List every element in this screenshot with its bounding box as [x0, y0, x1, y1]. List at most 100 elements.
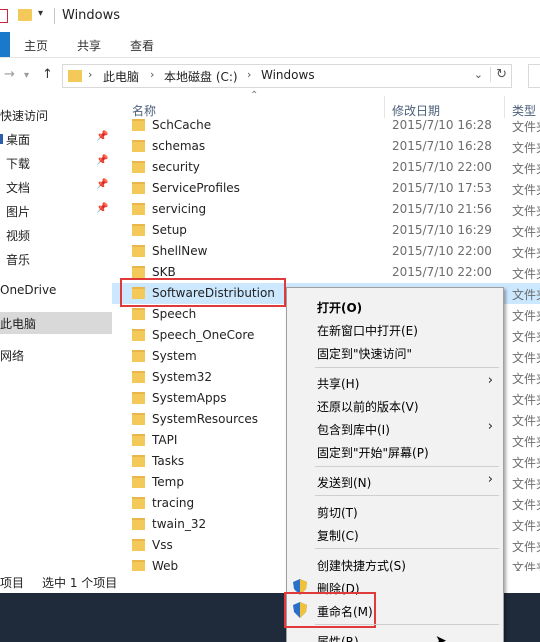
pin-icon: 📌: [96, 203, 109, 214]
menu-item-properties[interactable]: 属性(R): [287, 628, 503, 642]
file-type: 文件夹: [512, 309, 540, 323]
nav-item-label: 视频: [6, 229, 31, 243]
address-dropdown-chevron-icon[interactable]: ⌄: [474, 68, 483, 81]
menu-item-restore-previous[interactable]: 还原以前的版本(V): [287, 393, 503, 416]
menu-item-label: 创建快捷方式(S): [317, 559, 406, 573]
menu-item-label: 共享(H): [317, 377, 360, 391]
file-date: 2015/7/10 22:00: [392, 160, 492, 174]
nav-item-desktop[interactable]: 桌面 📌: [0, 128, 112, 150]
folder-icon: [132, 161, 145, 173]
menu-item-create-shortcut[interactable]: 创建快捷方式(S): [287, 552, 503, 575]
file-row[interactable]: schemas 2015/7/10 16:28 文件夹: [112, 136, 540, 157]
file-type: 文件夹: [512, 477, 540, 491]
file-name: Speech_OneCore: [152, 328, 255, 342]
address-row: → ▾ ↑ › 此电脑 › 本地磁盘 (C:) › Windows ⌄ ↻: [0, 58, 540, 94]
nav-item-videos[interactable]: 视频: [0, 224, 112, 246]
file-name: System32: [152, 370, 213, 384]
file-row[interactable]: Setup 2015/7/10 16:29 文件夹: [112, 220, 540, 241]
nav-item-downloads[interactable]: 下载 📌: [0, 152, 112, 174]
ribbon-tabs: 主页 共享 查看: [0, 32, 540, 58]
file-type: 文件夹: [512, 330, 540, 344]
folder-icon: [132, 350, 145, 362]
customize-toolbar-chevron-icon[interactable]: ▾: [38, 8, 43, 19]
file-row[interactable]: servicing 2015/7/10 21:56 文件夹: [112, 199, 540, 220]
nav-item-label: 网络: [0, 349, 25, 363]
nav-item-network[interactable]: 网络: [0, 344, 112, 366]
menu-item-share[interactable]: 共享(H) ›: [287, 370, 503, 393]
refresh-icon[interactable]: ↻: [490, 67, 507, 82]
menu-item-pin-quick-access[interactable]: 固定到"快速访问": [287, 340, 503, 363]
file-name: SKB: [152, 265, 176, 279]
submenu-chevron-icon: ›: [487, 373, 493, 388]
nav-item-pictures[interactable]: 图片 📌: [0, 200, 112, 222]
file-name: SchCache: [152, 118, 212, 132]
breadcrumb-windows[interactable]: Windows: [261, 68, 315, 82]
file-row[interactable]: SchCache 2015/7/10 16:28 文件夹: [112, 115, 540, 136]
nav-item-label: 图片: [6, 205, 31, 219]
breadcrumb-local-disk[interactable]: 本地磁盘 (C:): [164, 68, 238, 85]
menu-item-label: 发送到(N): [317, 476, 372, 490]
tab-home[interactable]: 主页: [24, 37, 48, 54]
address-bar[interactable]: › 此电脑 › 本地磁盘 (C:) › Windows ⌄ ↻: [62, 64, 512, 88]
menu-item-include-library[interactable]: 包含到库中(I) ›: [287, 416, 503, 439]
file-row[interactable]: ServiceProfiles 2015/7/10 17:53 文件夹: [112, 178, 540, 199]
menu-item-label: 复制(C): [317, 529, 359, 543]
file-type: 文件夹: [512, 540, 540, 554]
folder-icon: [132, 476, 145, 488]
breadcrumb-separator-icon[interactable]: ›: [247, 68, 251, 81]
file-name: TAPI: [152, 433, 178, 447]
file-type: 文件夹: [512, 267, 540, 281]
pin-icon: 📌: [96, 179, 109, 190]
menu-item-open[interactable]: 打开(O): [287, 294, 503, 317]
file-date: 2015/7/10 16:29: [392, 223, 492, 237]
folder-icon: [132, 224, 145, 236]
navigation-pane: 快速访问 桌面 📌 下载 📌 文档 📌 图片 📌 视频 音乐 OneDrive …: [0, 94, 112, 570]
file-name: System: [152, 349, 197, 363]
menu-item-label: 属性(R): [317, 635, 359, 642]
nav-item-documents[interactable]: 文档 📌: [0, 176, 112, 198]
nav-item-onedrive[interactable]: OneDrive: [0, 280, 112, 302]
folder-icon: [68, 70, 82, 82]
menu-item-copy[interactable]: 复制(C): [287, 522, 503, 545]
file-date: 2015/7/10 17:53: [392, 181, 492, 195]
search-input[interactable]: [528, 64, 540, 88]
tab-view[interactable]: 查看: [130, 37, 154, 54]
file-date: 2015/7/10 22:00: [392, 244, 492, 258]
menu-item-cut[interactable]: 剪切(T): [287, 499, 503, 522]
menu-separator: [315, 548, 499, 549]
file-name: SystemApps: [152, 391, 227, 405]
menu-item-pin-start[interactable]: 固定到"开始"屏幕(P): [287, 439, 503, 462]
file-type: 文件夹: [512, 246, 540, 260]
up-arrow-icon[interactable]: ↑: [42, 67, 53, 82]
menu-item-label: 固定到"开始"屏幕(P): [317, 446, 429, 460]
file-date: 2015/7/10 16:28: [392, 139, 492, 153]
file-row[interactable]: security 2015/7/10 22:00 文件夹: [112, 157, 540, 178]
breadcrumb-this-pc[interactable]: 此电脑: [103, 68, 139, 85]
new-folder-icon[interactable]: [18, 9, 32, 21]
nav-item-quick-access[interactable]: 快速访问: [0, 104, 112, 126]
file-type: 文件夹: [512, 435, 540, 449]
folder-icon: [132, 434, 145, 446]
file-name: Vss: [152, 538, 173, 552]
submenu-chevron-icon: ›: [487, 419, 493, 434]
menu-item-label: 在新窗口中打开(E): [317, 324, 418, 338]
properties-icon[interactable]: [0, 9, 8, 23]
nav-item-this-pc[interactable]: 此电脑: [0, 312, 112, 334]
file-row[interactable]: ShellNew 2015/7/10 22:00 文件夹: [112, 241, 540, 262]
folder-icon: [132, 392, 145, 404]
file-name: Tasks: [152, 454, 185, 468]
recent-locations-chevron-icon[interactable]: ▾: [24, 70, 29, 81]
menu-item-open-new-window[interactable]: 在新窗口中打开(E): [287, 317, 503, 340]
file-tab[interactable]: [0, 32, 10, 57]
breadcrumb-separator-icon[interactable]: ›: [88, 68, 92, 81]
breadcrumb-separator-icon[interactable]: ›: [150, 68, 154, 81]
file-type: 文件夹: [512, 561, 540, 571]
tab-share[interactable]: 共享: [77, 37, 101, 54]
menu-item-send-to[interactable]: 发送到(N) ›: [287, 469, 503, 492]
file-type: 文件夹: [512, 288, 540, 302]
forward-arrow-icon[interactable]: →: [4, 67, 15, 82]
menu-item-label: 固定到"快速访问": [317, 347, 413, 361]
context-menu: 打开(O) 在新窗口中打开(E) 固定到"快速访问" 共享(H) › 还原以前的…: [284, 287, 504, 642]
nav-item-music[interactable]: 音乐: [0, 248, 112, 270]
folder-icon: [132, 245, 145, 257]
